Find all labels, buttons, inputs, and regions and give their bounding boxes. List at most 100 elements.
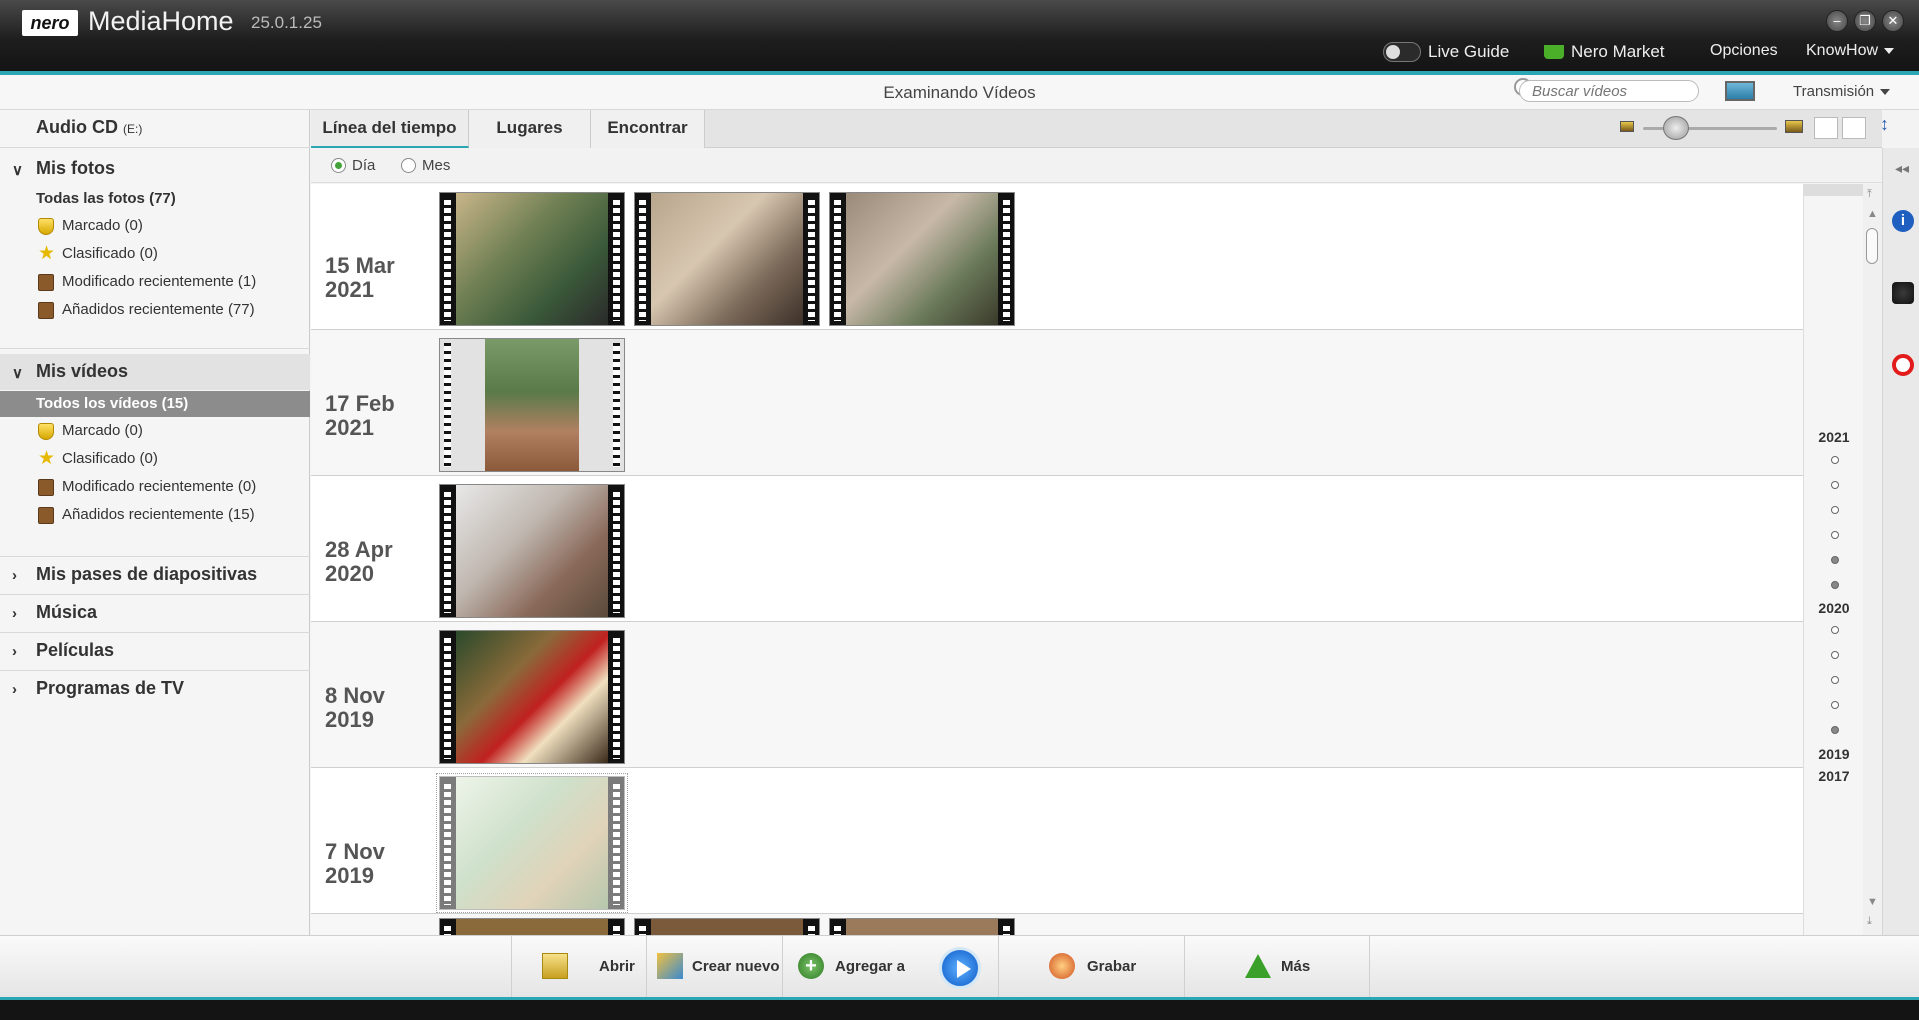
- sidebar: Audio CD (E:) ∨ Mis fotos Todas las fotos…: [0, 110, 310, 935]
- year-marker[interactable]: [1831, 701, 1839, 709]
- video-thumbnail[interactable]: [439, 484, 625, 618]
- row-date-day: 8 Nov: [325, 683, 385, 708]
- radio-month[interactable]: [401, 158, 416, 173]
- transmission-menu[interactable]: Transmisión: [1793, 83, 1891, 100]
- person-tag-icon[interactable]: [1892, 282, 1914, 304]
- video-thumbnail[interactable]: [634, 918, 820, 935]
- grid-view-icon[interactable]: [1814, 117, 1838, 139]
- sidebar-section-tv[interactable]: › Programas de TV: [0, 671, 310, 707]
- video-thumbnail[interactable]: [829, 192, 1015, 326]
- video-frame: [456, 919, 608, 935]
- add-to-button[interactable]: + Agregar a: [782, 936, 918, 998]
- video-thumbnail[interactable]: [439, 338, 625, 472]
- sidebar-item-videos-marked[interactable]: Marcado (0): [0, 418, 310, 444]
- sidebar-section-movies[interactable]: › Películas: [0, 633, 310, 669]
- zoom-slider-handle[interactable]: [1663, 116, 1689, 140]
- sidebar-item-all-photos[interactable]: Todas las fotos (77): [0, 186, 310, 212]
- video-frame: [485, 339, 579, 471]
- options-menu[interactable]: Opciones: [1710, 42, 1778, 60]
- row-date: 28 Apr 2020: [325, 538, 435, 586]
- sidebar-section-music[interactable]: › Música: [0, 595, 310, 631]
- sidebar-item-videos-modified[interactable]: Modificado recientemente (0): [0, 474, 310, 500]
- sidebar-item-photos-added[interactable]: Añadidos recientemente (77): [0, 297, 310, 323]
- collapse-panel-icon[interactable]: ◂◂: [1895, 160, 1909, 177]
- basket-icon: [1544, 45, 1564, 59]
- sidebar-section-videos[interactable]: ∨ Mis vídeos: [0, 354, 310, 390]
- burn-button[interactable]: Grabar: [998, 936, 1184, 998]
- year-marker[interactable]: [1831, 626, 1839, 634]
- list-view-icon[interactable]: [1842, 117, 1866, 139]
- sidebar-item-label: Añadidos recientemente (15): [62, 506, 255, 523]
- year-marker[interactable]: [1831, 456, 1839, 464]
- open-button[interactable]: Abrir: [511, 936, 646, 998]
- tab-find[interactable]: Encontrar: [591, 110, 705, 148]
- album-icon: [38, 507, 54, 524]
- sidebar-item-videos-added[interactable]: Añadidos recientemente (15): [0, 502, 310, 528]
- video-thumbnail[interactable]: [439, 630, 625, 764]
- close-button[interactable]: ✕: [1882, 10, 1904, 32]
- sidebar-item-videos-rated[interactable]: ★ Clasificado (0): [0, 446, 310, 472]
- year-marker[interactable]: [1831, 531, 1839, 539]
- video-thumbnail[interactable]: [634, 192, 820, 326]
- year-label[interactable]: 2020: [1804, 600, 1864, 616]
- row-date-year: 2020: [325, 561, 374, 586]
- video-thumbnail[interactable]: [436, 773, 628, 913]
- year-marker[interactable]: [1831, 726, 1839, 734]
- sort-icon[interactable]: ↕: [1880, 114, 1889, 135]
- video-thumbnail[interactable]: [829, 918, 1015, 935]
- year-marker[interactable]: [1831, 676, 1839, 684]
- year-marker[interactable]: [1831, 556, 1839, 564]
- year-navigator[interactable]: 2021 2020 2019 2017: [1803, 184, 1864, 935]
- sidebar-item-audio-cd[interactable]: Audio CD (E:): [0, 110, 310, 146]
- info-icon[interactable]: i: [1892, 210, 1914, 232]
- sidebar-item-label: Modificado recientemente (1): [62, 273, 257, 290]
- scroll-up-icon[interactable]: ▲: [1867, 208, 1878, 220]
- year-label[interactable]: 2017: [1804, 768, 1864, 784]
- more-button[interactable]: Más: [1184, 936, 1370, 998]
- scroll-top-icon[interactable]: ⤒: [1867, 188, 1872, 201]
- sidebar-section-photos[interactable]: ∨ Mis fotos: [0, 151, 310, 187]
- row-date: 8 Nov 2019: [325, 684, 435, 732]
- video-frame: [456, 485, 608, 617]
- sidebar-item-label: Marcado (0): [62, 422, 143, 439]
- live-guide-toggle[interactable]: [1383, 42, 1421, 62]
- year-label[interactable]: 2021: [1804, 429, 1864, 445]
- burn-icon: [1049, 953, 1075, 979]
- small-thumbnail-icon: [1620, 121, 1634, 132]
- sidebar-item-photos-rated[interactable]: ★ Clasificado (0): [0, 241, 310, 267]
- year-marker[interactable]: [1831, 651, 1839, 659]
- year-marker[interactable]: [1831, 581, 1839, 589]
- year-marker[interactable]: [1831, 506, 1839, 514]
- tab-timeline[interactable]: Línea del tiempo: [311, 110, 469, 148]
- sidebar-item-label: Audio CD: [36, 117, 118, 137]
- year-label[interactable]: 2019: [1804, 746, 1864, 762]
- live-guide-label[interactable]: Live Guide: [1428, 42, 1509, 62]
- restore-button[interactable]: ❐: [1854, 10, 1876, 32]
- video-thumbnail[interactable]: [439, 918, 625, 935]
- location-pin-icon[interactable]: [1892, 354, 1914, 376]
- sidebar-item-photos-modified[interactable]: Modificado recientemente (1): [0, 269, 310, 295]
- knowhow-menu[interactable]: KnowHow: [1806, 42, 1895, 60]
- row-date: 17 Feb 2021: [325, 392, 435, 440]
- timeline-row: 7 Nov 2019: [311, 768, 1803, 914]
- play-button[interactable]: [939, 947, 981, 989]
- year-marker[interactable]: [1831, 481, 1839, 489]
- sidebar-item-photos-marked[interactable]: Marcado (0): [0, 213, 310, 239]
- radio-day[interactable]: [331, 158, 346, 173]
- create-new-button[interactable]: Crear nuevo: [646, 936, 782, 998]
- radio-month-label: Mes: [422, 157, 451, 174]
- sidebar-section-slideshows[interactable]: › Mis pases de diapositivas: [0, 557, 310, 593]
- scrollbar-thumb[interactable]: [1866, 228, 1878, 264]
- timeline-row: 17 Feb 2021: [311, 330, 1803, 476]
- tab-places[interactable]: Lugares: [469, 110, 591, 148]
- monitor-icon[interactable]: [1725, 81, 1755, 101]
- vertical-scrollbar[interactable]: ⤒ ▲ ▼ ⤓: [1863, 184, 1882, 935]
- scroll-down-icon[interactable]: ▼: [1867, 896, 1878, 908]
- video-thumbnail[interactable]: [439, 192, 625, 326]
- search-input[interactable]: [1519, 80, 1699, 102]
- nero-market-link[interactable]: Nero Market: [1571, 42, 1665, 62]
- sidebar-item-all-videos[interactable]: Todos los vídeos (15): [0, 391, 310, 417]
- scroll-bottom-icon[interactable]: ⤓: [1867, 915, 1872, 928]
- create-new-label: Crear nuevo: [692, 958, 780, 975]
- minimize-button[interactable]: –: [1826, 10, 1848, 32]
